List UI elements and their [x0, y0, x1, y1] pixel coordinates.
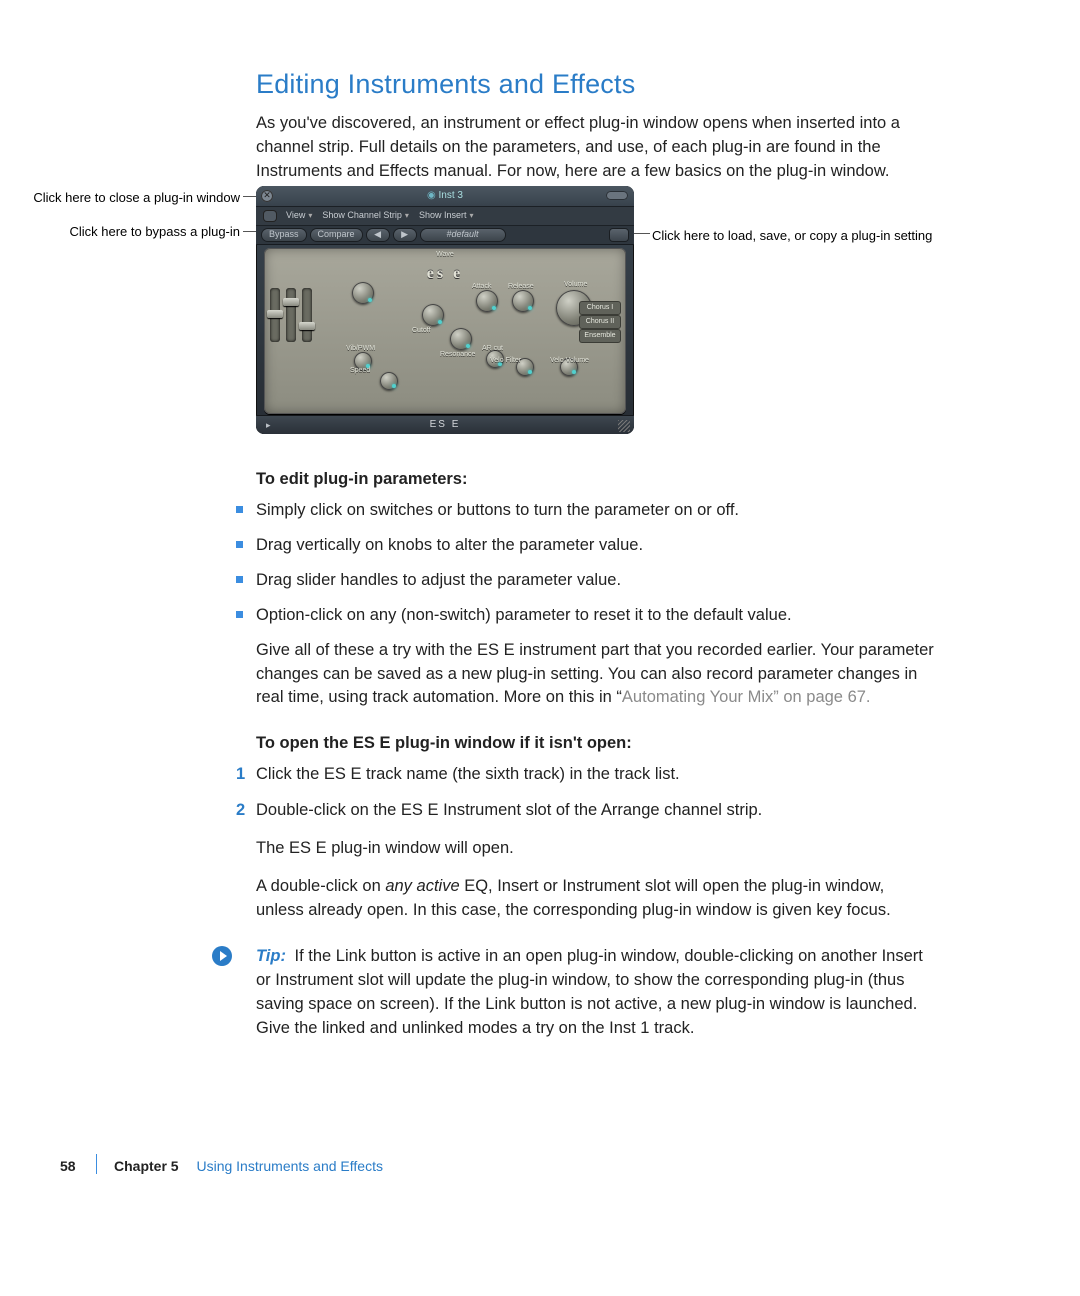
callout-load: Click here to load, save, or copy a plug…	[652, 228, 972, 245]
cutoff-knob[interactable]	[422, 304, 444, 326]
plugin-title: Inst 3	[439, 190, 463, 201]
bullet-icon	[236, 541, 243, 548]
octave-slider-4[interactable]	[270, 288, 280, 342]
speed-knob[interactable]	[380, 372, 398, 390]
resonance-knob[interactable]	[450, 328, 472, 350]
attack-knob[interactable]	[476, 290, 498, 312]
plugin-window: ✕ ◉ Inst 3 View Show Channel Strip Show …	[256, 186, 634, 434]
list-item: Drag slider handles to adjust the parame…	[256, 569, 936, 593]
list-item: Option-click on any (non-switch) paramet…	[256, 604, 936, 628]
label-volume: Volume	[564, 280, 587, 290]
paragraph-will-open: The ES E plug-in window will open.	[256, 837, 936, 861]
chapter-label: Chapter 5	[114, 1158, 179, 1174]
callout-bypass: Click here to bypass a plug-in	[0, 224, 240, 241]
tip-icon	[212, 946, 232, 966]
page-number: 58	[60, 1156, 76, 1176]
link-icon[interactable]	[264, 211, 276, 221]
bullet-icon	[236, 506, 243, 513]
label-velovolume: Velo Volume	[550, 356, 589, 366]
step-number: 1	[236, 763, 245, 787]
compare-button[interactable]: Compare	[311, 229, 362, 241]
octave-slider-16[interactable]	[302, 288, 312, 342]
paragraph-double-click: A double-click on any active EQ, Insert …	[256, 875, 936, 923]
bypass-button[interactable]: Bypass	[262, 229, 306, 241]
chorus1-button[interactable]: Chorus I	[580, 302, 620, 314]
label-speed: Speed	[350, 366, 370, 376]
ensemble-button[interactable]: Ensemble	[580, 330, 620, 342]
synth-panel: es e Wave Cutoff Resonance	[264, 248, 626, 414]
show-channel-strip-menu[interactable]: Show Channel Strip	[322, 209, 409, 222]
label-attack: Attack	[472, 282, 491, 292]
list-item: 2Double-click on the ES E Instrument slo…	[256, 799, 936, 823]
list-item: 1Click the ES E track name (the sixth tr…	[256, 763, 936, 787]
chorus2-button[interactable]: Chorus II	[580, 316, 620, 328]
label-wave: Wave	[436, 250, 454, 260]
label-resonance: Resonance	[440, 350, 475, 360]
release-knob[interactable]	[512, 290, 534, 312]
wave-knob[interactable]	[352, 282, 374, 304]
show-insert-menu[interactable]: Show Insert	[419, 209, 474, 222]
prev-preset-button[interactable]: ◀	[367, 229, 389, 241]
section-title: Editing Instruments and Effects	[256, 65, 936, 104]
label-velofilter: Velo Filter	[490, 356, 521, 366]
paragraph-try-ese: Give all of these a try with the ES E in…	[256, 639, 936, 711]
synth-footer-name: ES E	[430, 419, 461, 430]
link-automating-mix[interactable]: Automating Your Mix	[622, 688, 773, 706]
next-preset-button[interactable]: ▶	[394, 229, 416, 241]
chapter-title: Using Instruments and Effects	[196, 1158, 383, 1174]
preset-name[interactable]: #default	[421, 229, 505, 241]
play-icon[interactable]: ▸	[266, 416, 273, 434]
subhead-open-ese: To open the ES E plug-in window if it is…	[256, 732, 936, 756]
label-vibpwm: Vib/PWM	[346, 344, 375, 354]
label-cutoff: Cutoff	[412, 326, 431, 336]
tip-block: Tip: If the Link button is active in an …	[256, 945, 936, 1041]
callout-close: Click here to close a plug-in window	[0, 190, 240, 207]
preset-menu-icon[interactable]	[610, 229, 628, 241]
intro-paragraph: As you've discovered, an instrument or e…	[256, 112, 936, 184]
minimize-button[interactable]	[606, 191, 628, 200]
bullet-icon	[236, 576, 243, 583]
tip-label: Tip:	[256, 947, 286, 965]
subhead-edit-params: To edit plug-in parameters:	[256, 468, 936, 492]
label-release: Release	[508, 282, 534, 292]
list-item: Drag vertically on knobs to alter the pa…	[256, 534, 936, 558]
view-menu[interactable]: View	[286, 209, 312, 222]
octave-slider-8[interactable]	[286, 288, 296, 342]
list-item: Simply click on switches or buttons to t…	[256, 499, 936, 523]
label-arcut: AR cut	[482, 344, 503, 354]
resize-grip-icon[interactable]	[618, 420, 630, 432]
step-number: 2	[236, 799, 245, 823]
bullet-icon	[236, 611, 243, 618]
tip-text: If the Link button is active in an open …	[256, 947, 923, 1037]
